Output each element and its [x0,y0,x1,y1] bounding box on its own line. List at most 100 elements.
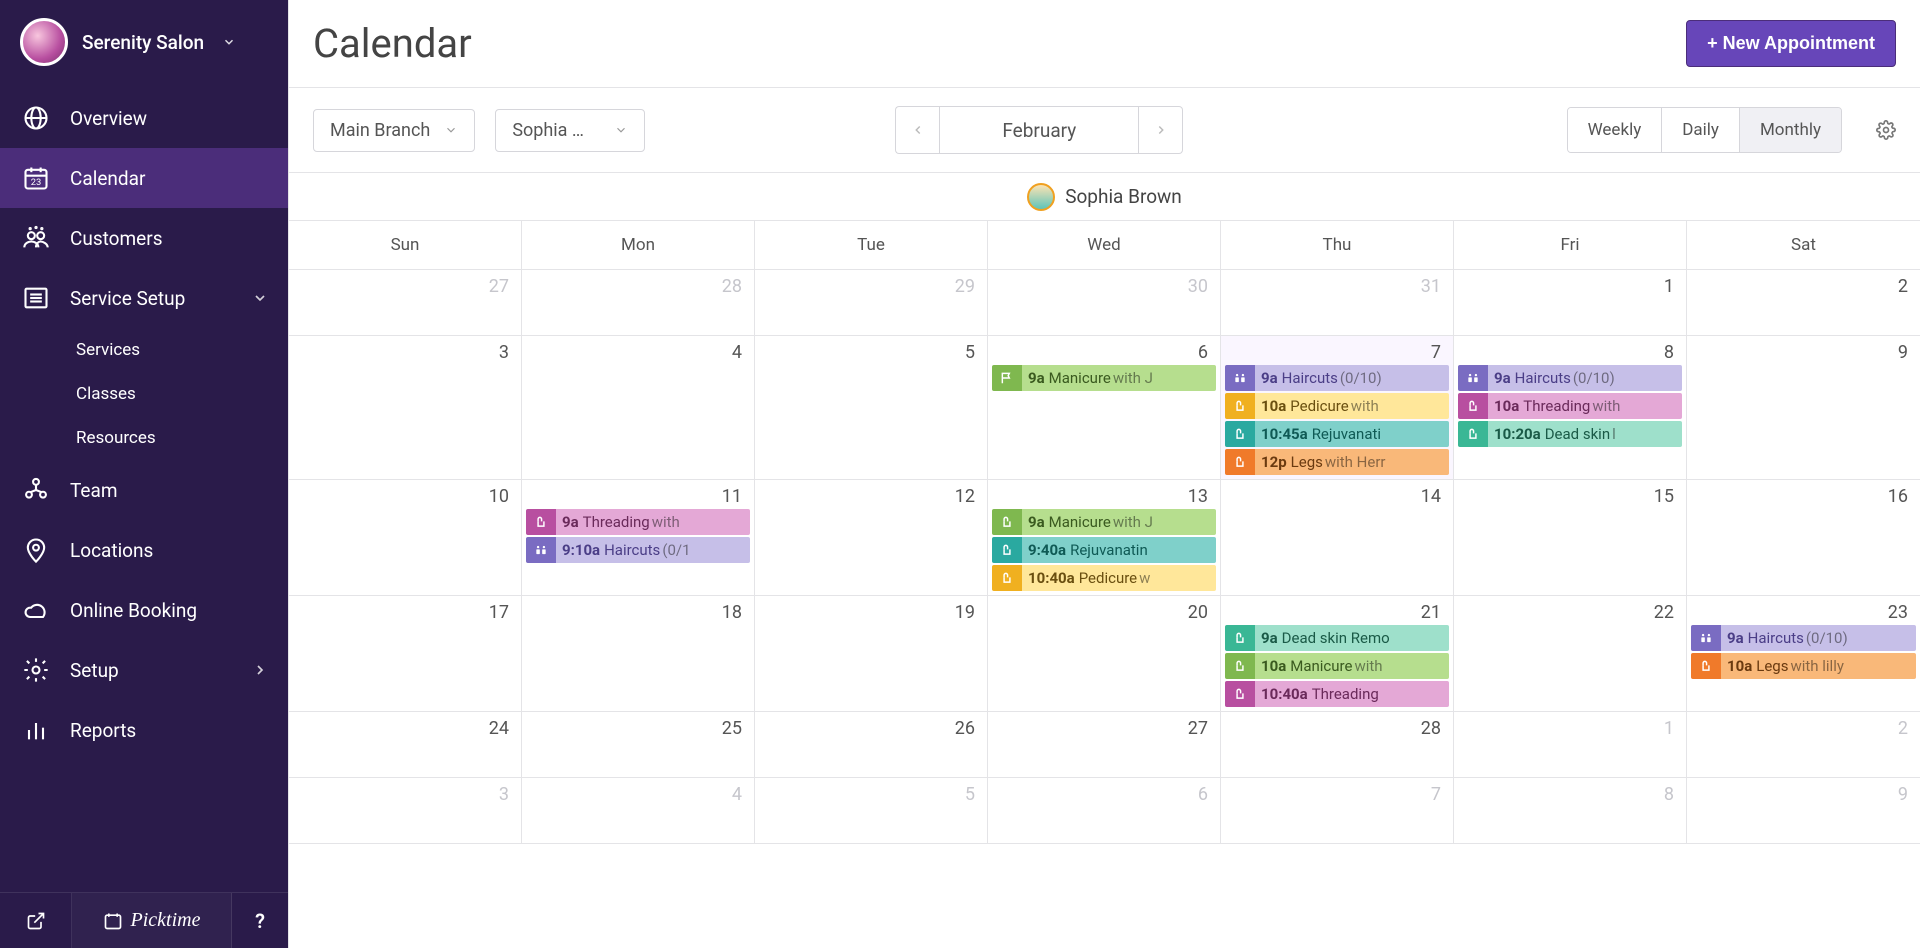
day-number: 11 [526,482,750,509]
calendar-event[interactable]: 9:10aHaircuts (0/1 [526,537,750,563]
calendar-day[interactable]: 31 [1221,270,1454,336]
calendar-day[interactable]: 5 [755,336,988,480]
calendar-day[interactable]: 18 [522,596,755,712]
sidebar-item-service-setup[interactable]: Service Setup [0,268,288,328]
calendar-event[interactable]: 9aDead skin Remo [1225,625,1449,651]
calendar-day[interactable]: 1 [1454,270,1687,336]
calendar-day[interactable]: 10 [289,480,522,596]
calendar-day[interactable]: 239aHaircuts (0/10)10aLegs with lilly [1687,596,1920,712]
calendar-day[interactable]: 2 [1687,270,1920,336]
calendar-day[interactable]: 3 [289,336,522,480]
view-weekly[interactable]: Weekly [1568,108,1663,152]
calendar-day[interactable]: 28 [1221,712,1454,778]
day-number: 3 [293,338,517,365]
calendar-event[interactable]: 9aHaircuts (0/10) [1458,365,1682,391]
cloud-icon [20,594,52,626]
sidebar-item-reports[interactable]: Reports [0,700,288,760]
calendar-day[interactable]: 24 [289,712,522,778]
calendar-day[interactable]: 119aThreading with9:10aHaircuts (0/1 [522,480,755,596]
calendar-day[interactable]: 2 [1687,712,1920,778]
calendar-event[interactable]: 10:20aDead skin l [1458,421,1682,447]
event-body: 9aDead skin Remo [1255,625,1449,651]
sidebar-item-locations[interactable]: Locations [0,520,288,580]
calendar-day[interactable]: 4 [522,778,755,844]
calendar-day[interactable]: 1 [1454,712,1687,778]
staff-dropdown[interactable]: Sophia … [495,109,645,152]
sidebar-item-customers[interactable]: Customers [0,208,288,268]
calendar-event[interactable]: 10aPedicure with [1225,393,1449,419]
sidebar-item-overview[interactable]: Overview [0,88,288,148]
calendar-day[interactable]: 12 [755,480,988,596]
calendar-day[interactable]: 9 [1687,778,1920,844]
calendar-day[interactable]: 27 [289,270,522,336]
calendar-event[interactable]: 10aThreading with [1458,393,1682,419]
calendar-day[interactable]: 29 [755,270,988,336]
sidebar-item-label: Team [70,479,118,502]
calendar-day[interactable]: 8 [1454,778,1687,844]
view-daily[interactable]: Daily [1662,108,1740,152]
topbar: Calendar + New Appointment [289,0,1920,88]
calendar-day[interactable]: 9 [1687,336,1920,480]
day-header: Sun [289,221,522,269]
calendar-day[interactable]: 4 [522,336,755,480]
sidebar-item-online-booking[interactable]: Online Booking [0,580,288,640]
day-number: 22 [1458,598,1682,625]
branch-dropdown[interactable]: Main Branch [313,109,475,152]
calendar-event[interactable]: 10:40aPedicure w [992,565,1216,591]
day-number: 25 [526,714,750,741]
calendar-day[interactable]: 219aDead skin Remo10aManicure with10:40a… [1221,596,1454,712]
calendar-day[interactable]: 16 [1687,480,1920,596]
calendar-event[interactable]: 12pLegs with Herr [1225,449,1449,475]
calendar-day[interactable]: 139aManicure with J9:40aRejuvanatin10:40… [988,480,1221,596]
calendar-scroll[interactable]: SunMonTueWedThuFriSat 27282930311234569a… [289,221,1920,948]
calendar-day[interactable]: 7 [1221,778,1454,844]
calendar-event[interactable]: 9aThreading with [526,509,750,535]
calendar-day[interactable]: 22 [1454,596,1687,712]
calendar-event[interactable]: 9aManicure with J [992,509,1216,535]
calendar-event[interactable]: 10:40aThreading [1225,681,1449,707]
calendar-day[interactable]: 6 [988,778,1221,844]
sidebar-item-calendar[interactable]: 23Calendar [0,148,288,208]
calendar-event[interactable]: 10aManicure with [1225,653,1449,679]
calendar-day[interactable]: 5 [755,778,988,844]
calendar-event[interactable]: 9:40aRejuvanatin [992,537,1216,563]
calendar-day[interactable]: 3 [289,778,522,844]
brand-switcher[interactable]: Serenity Salon [0,0,288,84]
calendar-day[interactable]: 15 [1454,480,1687,596]
sidebar-item-setup[interactable]: Setup [0,640,288,700]
calendar-day[interactable]: 69aManicure with J [988,336,1221,480]
calendar-day[interactable]: 89aHaircuts (0/10)10aThreading with10:20… [1454,336,1687,480]
calendar-day[interactable]: 30 [988,270,1221,336]
picktime-brand[interactable]: Picktime [72,893,232,948]
help-button[interactable]: ? [232,893,288,948]
calendar-event[interactable]: 10aLegs with lilly [1691,653,1916,679]
sidebar-sub-services[interactable]: Services [0,328,288,372]
calendar-day[interactable]: 79aHaircuts (0/10)10aPedicure with10:45a… [1221,336,1454,480]
day-number: 9 [1691,780,1916,807]
calendar-day[interactable]: 28 [522,270,755,336]
external-link-button[interactable] [0,893,72,948]
calendar-icon: 23 [20,162,52,194]
calendar-day[interactable]: 17 [289,596,522,712]
calendar-day[interactable]: 27 [988,712,1221,778]
calendar-day[interactable]: 19 [755,596,988,712]
calendar-event[interactable]: 9aManicure with J [992,365,1216,391]
calendar-day[interactable]: 25 [522,712,755,778]
event-body: 12pLegs with Herr [1255,449,1449,475]
view-monthly[interactable]: Monthly [1740,108,1841,152]
sidebar-item-team[interactable]: Team [0,460,288,520]
next-month-button[interactable] [1139,106,1183,154]
staff-header: Sophia Brown [289,173,1920,221]
calendar-event[interactable]: 10:45aRejuvanati [1225,421,1449,447]
calendar-day[interactable]: 14 [1221,480,1454,596]
calendar-event[interactable]: 9aHaircuts (0/10) [1691,625,1916,651]
settings-button[interactable] [1876,120,1896,140]
sidebar-sub-classes[interactable]: Classes [0,372,288,416]
calendar-day[interactable]: 26 [755,712,988,778]
prev-month-button[interactable] [895,106,939,154]
view-toggle: WeeklyDailyMonthly [1567,107,1842,153]
calendar-event[interactable]: 9aHaircuts (0/10) [1225,365,1449,391]
new-appointment-button[interactable]: + New Appointment [1686,20,1896,67]
sidebar-sub-resources[interactable]: Resources [0,416,288,460]
calendar-day[interactable]: 20 [988,596,1221,712]
